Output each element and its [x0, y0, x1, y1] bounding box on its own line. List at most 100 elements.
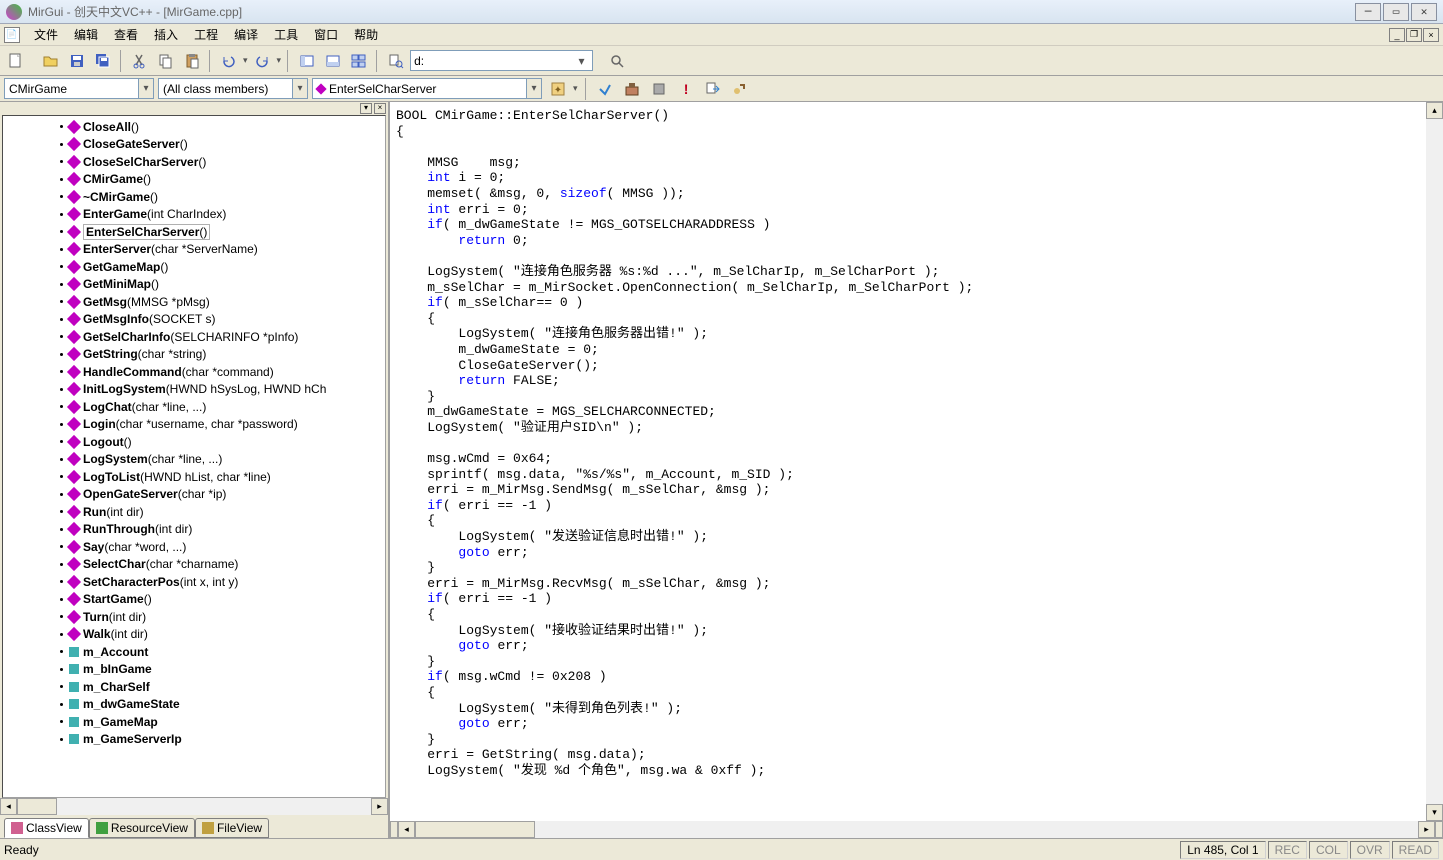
mdi-close-button[interactable]: × — [1423, 28, 1439, 42]
wizard-action-button[interactable]: ✦ — [546, 78, 569, 100]
filter-combo[interactable]: (All class members) ▾ — [158, 78, 308, 99]
copy-button[interactable] — [154, 50, 177, 72]
tree-item[interactable]: GetSelCharInfo(SELCHARINFO *pInfo) — [60, 328, 385, 346]
tree-item[interactable]: GetMsgInfo(SOCKET s) — [60, 311, 385, 329]
panel-dock-button[interactable]: ▾ — [360, 103, 372, 114]
tree-item[interactable]: CMirGame() — [60, 171, 385, 189]
menu-编译[interactable]: 编译 — [226, 26, 266, 44]
tree-item[interactable]: m_CharSelf — [60, 678, 385, 696]
compile-button[interactable] — [594, 78, 617, 100]
tree-item[interactable]: EnterGame(int CharIndex) — [60, 206, 385, 224]
tree-item[interactable]: LogChat(char *line, ...) — [60, 398, 385, 416]
redo-button[interactable] — [251, 50, 274, 72]
tree-item[interactable]: GetMiniMap() — [60, 276, 385, 294]
tree-item[interactable]: CloseGateServer() — [60, 136, 385, 154]
tree-item[interactable]: m_GameServerIp — [60, 731, 385, 749]
maximize-button[interactable]: ▭ — [1383, 3, 1409, 21]
tree-item[interactable]: Say(char *word, ...) — [60, 538, 385, 556]
chevron-down-icon[interactable]: ▾ — [526, 79, 541, 98]
workspace-button[interactable] — [295, 50, 318, 72]
save-all-button[interactable] — [91, 50, 114, 72]
go-button[interactable] — [702, 78, 725, 100]
chevron-down-icon[interactable]: ▾ — [292, 79, 307, 98]
find-input[interactable] — [414, 52, 574, 70]
tree-item[interactable]: RunThrough(int dir) — [60, 521, 385, 539]
tab-resourceview[interactable]: ResourceView — [89, 818, 195, 838]
tree-item[interactable]: StartGame() — [60, 591, 385, 609]
tab-fileview[interactable]: FileView — [195, 818, 269, 838]
menu-编辑[interactable]: 编辑 — [66, 26, 106, 44]
menu-插入[interactable]: 插入 — [146, 26, 186, 44]
undo-button[interactable] — [217, 50, 240, 72]
splitter-handle[interactable] — [1435, 821, 1443, 838]
stop-build-button[interactable] — [648, 78, 671, 100]
new-file-button[interactable] — [4, 50, 27, 72]
tab-classview[interactable]: ClassView — [4, 818, 89, 838]
scroll-up-icon[interactable]: ▴ — [1426, 102, 1443, 119]
tree-item[interactable]: Logout() — [60, 433, 385, 451]
menu-文件[interactable]: 文件 — [26, 26, 66, 44]
build-button[interactable] — [621, 78, 644, 100]
tree-item[interactable]: Run(int dir) — [60, 503, 385, 521]
execute-button[interactable]: ! — [675, 78, 698, 100]
output-button[interactable] — [321, 50, 344, 72]
scroll-right-icon[interactable]: ▸ — [1418, 821, 1435, 838]
menu-帮助[interactable]: 帮助 — [346, 26, 386, 44]
tree-item[interactable]: m_bInGame — [60, 661, 385, 679]
tree-item[interactable]: m_dwGameState — [60, 696, 385, 714]
tree-hscrollbar[interactable]: ◂ ▸ — [0, 798, 388, 815]
menu-工程[interactable]: 工程 — [186, 26, 226, 44]
find-combo[interactable]: ▾ — [410, 50, 593, 71]
tree-item[interactable]: InitLogSystem(HWND hSysLog, HWND hCh — [60, 381, 385, 399]
tree-item[interactable]: m_GameMap — [60, 713, 385, 731]
mdi-minimize-button[interactable]: _ — [1389, 28, 1405, 42]
tree-item[interactable]: LogSystem(char *line, ...) — [60, 451, 385, 469]
find-in-files-button[interactable] — [384, 50, 407, 72]
tree-item[interactable]: ~CMirGame() — [60, 188, 385, 206]
chevron-down-icon[interactable]: ▾ — [138, 79, 153, 98]
tree-item[interactable]: GetString(char *string) — [60, 346, 385, 364]
tree-item[interactable]: Walk(int dir) — [60, 626, 385, 644]
editor-hscrollbar[interactable]: ◂ ▸ — [390, 821, 1443, 838]
class-combo[interactable]: CMirGame ▾ — [4, 78, 154, 99]
code-editor[interactable]: BOOL CMirGame::EnterSelCharServer(){ MMS… — [390, 102, 1443, 838]
code-area[interactable]: BOOL CMirGame::EnterSelCharServer(){ MMS… — [390, 102, 1426, 821]
paste-button[interactable] — [180, 50, 203, 72]
tree-item[interactable]: SetCharacterPos(int x, int y) — [60, 573, 385, 591]
tree-item[interactable]: EnterServer(char *ServerName) — [60, 241, 385, 259]
scroll-down-icon[interactable]: ▾ — [1426, 804, 1443, 821]
tree-item[interactable]: OpenGateServer(char *ip) — [60, 486, 385, 504]
tree-item[interactable]: CloseSelCharServer() — [60, 153, 385, 171]
panel-close-button[interactable]: × — [374, 103, 386, 114]
tree-item[interactable]: SelectChar(char *charname) — [60, 556, 385, 574]
splitter-handle[interactable] — [390, 821, 398, 838]
tree-item[interactable]: CloseAll() — [60, 118, 385, 136]
menu-查看[interactable]: 查看 — [106, 26, 146, 44]
scroll-left-icon[interactable]: ◂ — [0, 798, 17, 815]
open-file-button[interactable] — [39, 50, 62, 72]
minimize-button[interactable]: ─ — [1355, 3, 1381, 21]
breakpoint-button[interactable] — [729, 78, 752, 100]
mdi-restore-button[interactable]: ❐ — [1406, 28, 1422, 42]
menu-工具[interactable]: 工具 — [266, 26, 306, 44]
scroll-left-icon[interactable]: ◂ — [398, 821, 415, 838]
chevron-down-icon[interactable]: ▾ — [574, 54, 589, 68]
window-list-button[interactable] — [347, 50, 370, 72]
close-button[interactable]: ✕ — [1411, 3, 1437, 21]
tree-item[interactable]: GetGameMap() — [60, 258, 385, 276]
save-button[interactable] — [65, 50, 88, 72]
tree-item[interactable]: HandleCommand(char *command) — [60, 363, 385, 381]
editor-vscrollbar[interactable]: ▴ ▾ — [1426, 102, 1443, 821]
tree-item[interactable]: Login(char *username, char *password) — [60, 416, 385, 434]
tree-item[interactable]: GetMsg(MMSG *pMsg) — [60, 293, 385, 311]
tree-item[interactable]: Turn(int dir) — [60, 608, 385, 626]
tree-item[interactable]: m_Account — [60, 643, 385, 661]
find-button[interactable] — [605, 50, 628, 72]
menu-窗口[interactable]: 窗口 — [306, 26, 346, 44]
cut-button[interactable] — [128, 50, 151, 72]
tree-item[interactable]: LogToList(HWND hList, char *line) — [60, 468, 385, 486]
tree-item[interactable]: EnterSelCharServer() — [60, 223, 385, 241]
class-tree[interactable]: CloseAll()CloseGateServer()CloseSelCharS… — [3, 116, 385, 797]
member-combo[interactable]: EnterSelCharServer ▾ — [312, 78, 542, 99]
scroll-right-icon[interactable]: ▸ — [371, 798, 388, 815]
